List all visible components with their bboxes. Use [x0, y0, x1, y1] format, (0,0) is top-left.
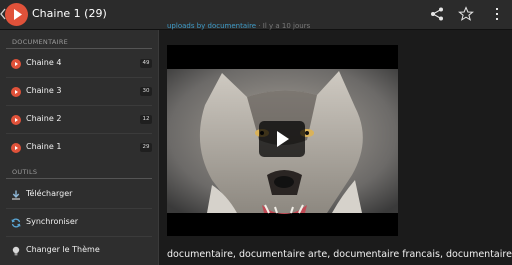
count-badge: 49 — [140, 59, 152, 68]
upload-date: · Il y a 10 jours — [256, 22, 311, 30]
drawer-item-label: Chaine 1 — [26, 142, 62, 151]
count-badge: 30 — [140, 87, 152, 96]
section-header-outils: OUTILS — [12, 168, 38, 176]
uploader-link[interactable]: uploads by documentaire — [167, 22, 256, 30]
count-badge: 29 — [140, 143, 152, 152]
play-circle-icon — [11, 143, 21, 153]
play-circle-icon — [11, 87, 21, 97]
drawer-item-label: Changer le Thème — [26, 245, 100, 254]
play-circle-icon — [11, 115, 21, 125]
overflow-menu-icon[interactable] — [489, 6, 505, 22]
drawer-item-chaine-3[interactable]: Chaine 3 30 — [0, 78, 158, 106]
count-badge: 12 — [140, 115, 152, 124]
share-icon[interactable] — [429, 6, 445, 22]
drawer-item-chaine-4[interactable]: Chaine 4 49 — [0, 50, 158, 78]
star-icon[interactable] — [458, 6, 474, 22]
video-description: documentaire, documentaire arte, documen… — [167, 249, 512, 260]
drawer-item-label: Synchroniser — [26, 217, 79, 226]
section-divider — [6, 48, 152, 49]
play-icon — [277, 131, 289, 147]
upload-info: uploads by documentaire · Il y a 10 jour… — [167, 22, 310, 30]
drawer-item-telecharger[interactable]: Télécharger — [0, 181, 158, 209]
lightbulb-icon — [12, 246, 20, 256]
app-logo-icon[interactable] — [5, 3, 28, 26]
drawer-item-synchroniser[interactable]: Synchroniser — [0, 209, 158, 237]
page-title: Chaine 1 (29) — [32, 7, 107, 20]
drawer-item-label: Chaine 3 — [26, 86, 62, 95]
download-icon — [12, 190, 20, 200]
video-player[interactable] — [167, 45, 398, 236]
video-detail-panel: uploads by documentaire · Il y a 10 jour… — [159, 22, 512, 265]
drawer-item-label: Télécharger — [26, 189, 73, 198]
drawer-item-chaine-2[interactable]: Chaine 2 12 — [0, 106, 158, 134]
navigation-drawer: DOCUMENTAIRE Chaine 4 49 Chaine 3 30 Cha… — [0, 30, 159, 265]
play-circle-icon — [11, 59, 21, 69]
drawer-item-changer-le-theme[interactable]: Changer le Thème — [0, 237, 158, 265]
section-header-documentaire: DOCUMENTAIRE — [12, 38, 69, 46]
sync-icon — [11, 218, 21, 228]
drawer-item-label: Chaine 2 — [26, 114, 62, 123]
play-button[interactable] — [259, 121, 305, 157]
section-divider — [6, 178, 152, 179]
drawer-item-chaine-1[interactable]: Chaine 1 29 — [0, 134, 158, 162]
drawer-item-label: Chaine 4 — [26, 58, 62, 67]
